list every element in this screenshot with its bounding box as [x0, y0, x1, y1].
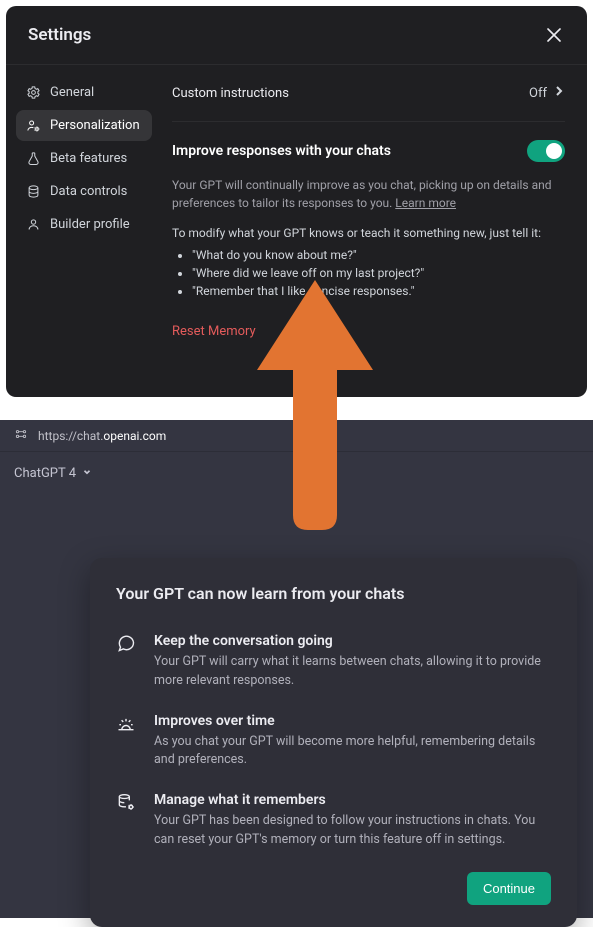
gear-icon: [26, 85, 41, 100]
continue-button[interactable]: Continue: [467, 872, 551, 905]
improve-modify-text: To modify what your GPT knows or teach i…: [172, 226, 565, 240]
improve-title-row: Improve responses with your chats: [172, 122, 565, 162]
learn-more-link[interactable]: Learn more: [395, 196, 456, 210]
feature-row: Improves over time As you chat your GPT …: [116, 713, 551, 771]
chevron-right-icon: [553, 85, 565, 101]
sidebar-item-label: Personalization: [50, 118, 140, 133]
example-item: "What do you know about me?": [192, 248, 565, 262]
flask-icon: [26, 151, 41, 166]
sidebar-item-personalization[interactable]: Personalization: [16, 110, 152, 141]
url-text: https://chat.openai.com: [38, 429, 166, 443]
custom-instructions-status-wrap: Off: [529, 85, 565, 101]
sidebar-item-general[interactable]: General: [16, 77, 152, 108]
chevron-down-icon: [82, 466, 92, 481]
site-settings-icon: [14, 427, 28, 444]
improve-title: Improve responses with your chats: [172, 143, 391, 159]
example-item: "Remember that I like concise responses.…: [192, 284, 565, 298]
sidebar-item-label: Data controls: [50, 184, 127, 199]
feature-body: Your GPT has been designed to follow you…: [154, 812, 551, 850]
database-gear-icon: [116, 792, 138, 814]
reset-memory-link[interactable]: Reset Memory: [172, 324, 256, 339]
person-icon: [26, 217, 41, 232]
sidebar-item-data[interactable]: Data controls: [16, 176, 152, 207]
sidebar-item-label: Beta features: [50, 151, 127, 166]
onboarding-title: Your GPT can now learn from your chats: [116, 584, 551, 603]
sidebar-item-beta[interactable]: Beta features: [16, 143, 152, 174]
sidebar-item-label: Builder profile: [50, 217, 130, 232]
orange-arrow-up-icon: [255, 280, 375, 534]
person-gear-icon: [26, 118, 41, 133]
sidebar-item-builder[interactable]: Builder profile: [16, 209, 152, 240]
settings-sidebar: General Personalization Beta features Da…: [6, 65, 162, 396]
close-icon[interactable]: [543, 24, 565, 46]
custom-instructions-status: Off: [529, 86, 547, 101]
feature-row: Manage what it remembers Your GPT has be…: [116, 792, 551, 850]
sidebar-item-label: General: [50, 85, 94, 100]
feature-title: Improves over time: [154, 713, 551, 729]
chat-bubble-icon: [116, 633, 138, 655]
feature-title: Keep the conversation going: [154, 633, 551, 649]
feature-row: Keep the conversation going Your GPT wil…: [116, 633, 551, 691]
improve-toggle[interactable]: [527, 140, 565, 162]
database-icon: [26, 184, 41, 199]
improve-description: Your GPT will continually improve as you…: [172, 176, 565, 212]
feature-title: Manage what it remembers: [154, 792, 551, 808]
feature-body: As you chat your GPT will become more he…: [154, 733, 551, 771]
onboarding-card: Your GPT can now learn from your chats K…: [90, 558, 577, 927]
feature-body: Your GPT will carry what it learns betwe…: [154, 653, 551, 691]
settings-header: Settings: [6, 6, 587, 65]
sunrise-icon: [116, 713, 138, 735]
example-item: "Where did we leave off on my last proje…: [192, 266, 565, 280]
custom-instructions-row[interactable]: Custom instructions Off: [172, 75, 565, 122]
model-label: ChatGPT 4: [14, 466, 76, 481]
custom-instructions-label: Custom instructions: [172, 86, 289, 101]
settings-title: Settings: [28, 25, 91, 45]
